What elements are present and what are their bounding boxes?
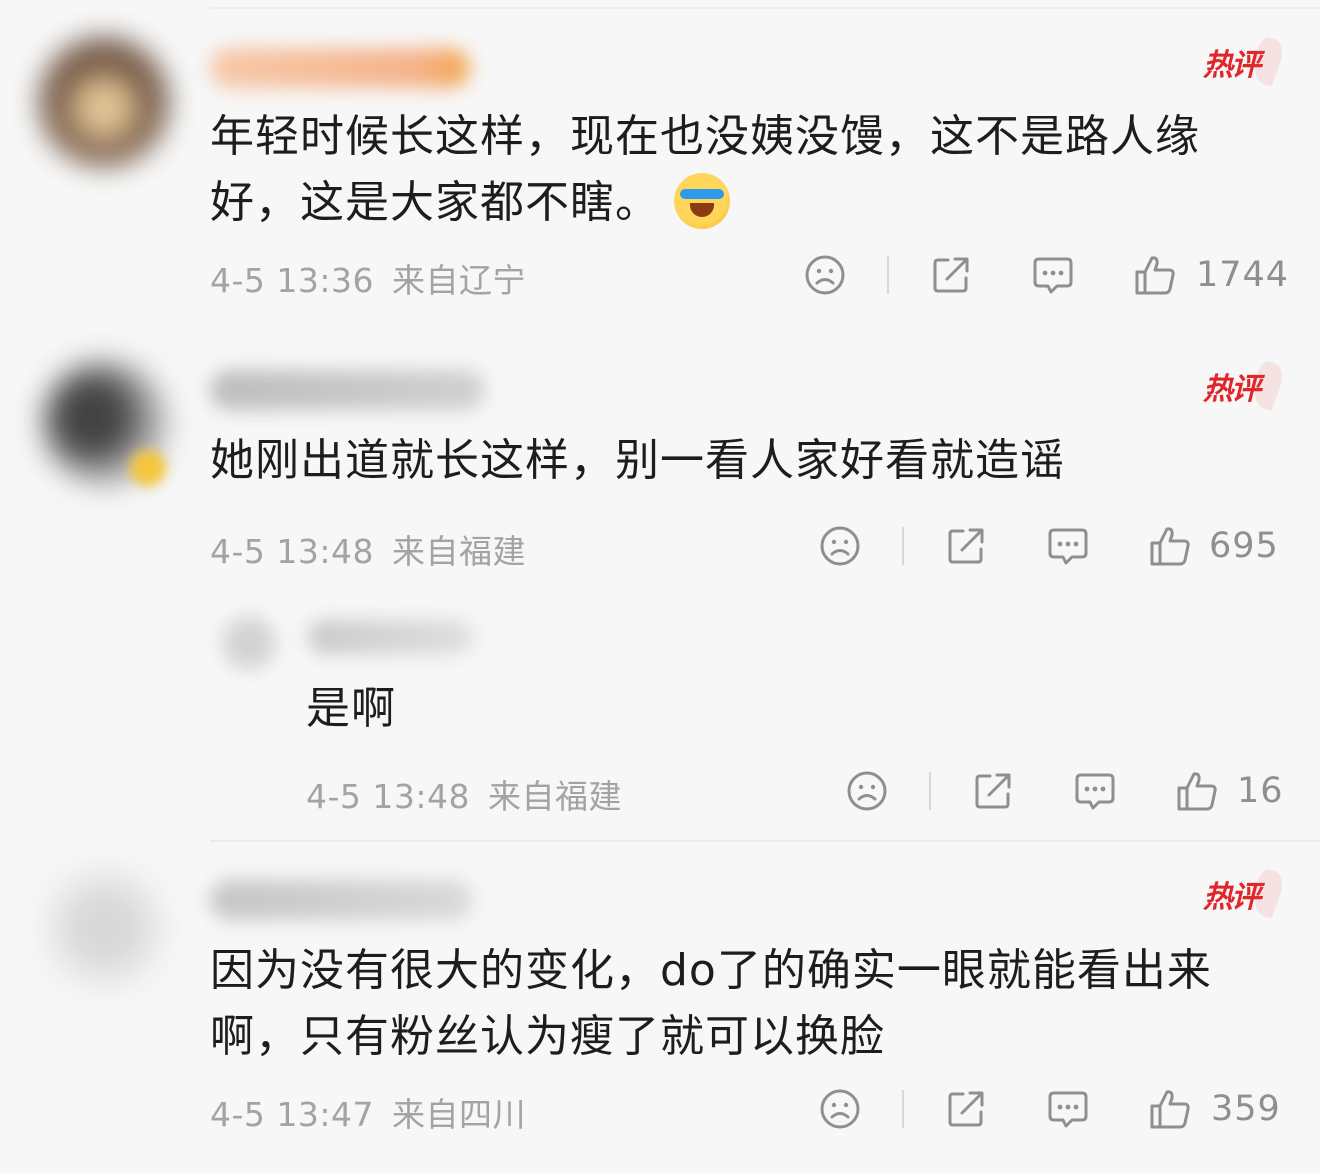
comment-actions: 695	[0, 521, 1320, 571]
action-divider	[887, 256, 889, 294]
dislike-button[interactable]	[846, 766, 888, 816]
share-button[interactable]	[930, 250, 972, 300]
share-icon	[975, 773, 1011, 809]
thumbs-up-icon	[1177, 772, 1217, 811]
thumbs-up-icon	[1150, 1090, 1190, 1129]
like-count: 695	[1209, 526, 1279, 566]
username[interactable]	[210, 370, 485, 410]
reply-bubble-icon	[1033, 257, 1073, 294]
comment-divider	[210, 840, 1320, 842]
frown-icon	[847, 771, 887, 811]
share-icon	[948, 1091, 984, 1127]
comment-actions: 16	[0, 766, 1320, 816]
comment-text-line: 好，这是大家都不瞎。	[210, 177, 660, 228]
comment-text-line: 她刚出道就长这样，别一看人家好看就造谣	[210, 435, 1065, 486]
comment-text-line: 因为没有很大的变化，do了的确实一眼就能看出来	[210, 945, 1212, 996]
avatar[interactable]	[40, 38, 168, 166]
reply-bubble-icon	[1048, 528, 1088, 565]
comment-actions: 359	[0, 1084, 1320, 1134]
dislike-button[interactable]	[819, 1084, 861, 1134]
username[interactable]	[210, 48, 470, 88]
hot-comment-badge: 热评	[1186, 36, 1276, 96]
username[interactable]	[210, 880, 472, 920]
top-divider	[210, 7, 1320, 9]
like-count: 1744	[1196, 255, 1290, 295]
avatar-badge	[130, 450, 166, 486]
avatar[interactable]	[42, 865, 168, 991]
laughing-crying-emoji-icon	[674, 173, 730, 229]
thumbs-up-icon	[1150, 527, 1190, 566]
hot-comment-badge: 热评	[1186, 360, 1276, 420]
frown-icon	[820, 1089, 860, 1129]
like-button[interactable]	[1175, 766, 1219, 816]
hot-comment-badge: 热评	[1186, 868, 1276, 928]
like-button[interactable]	[1148, 1084, 1192, 1134]
share-button[interactable]	[945, 521, 987, 571]
reply-button[interactable]	[1046, 1084, 1090, 1134]
like-count: 16	[1237, 771, 1284, 811]
comment-text: 因为没有很大的变化，do了的确实一眼就能看出来 啊，只有粉丝认为瘦了就可以换脸	[210, 938, 1230, 1070]
comment-text-line: 啊，只有粉丝认为瘦了就可以换脸	[210, 1011, 885, 1062]
dislike-button[interactable]	[804, 250, 846, 300]
share-icon	[948, 528, 984, 564]
share-button[interactable]	[972, 766, 1014, 816]
username[interactable]	[308, 620, 473, 654]
action-divider	[902, 527, 904, 565]
share-button[interactable]	[945, 1084, 987, 1134]
like-count: 359	[1211, 1089, 1281, 1129]
action-divider	[929, 772, 931, 810]
like-button[interactable]	[1133, 250, 1177, 300]
reply-bubble-icon	[1075, 773, 1115, 810]
comment-text: 年轻时候长这样，现在也没姨没馒，这不是路人缘 好，这是大家都不瞎。	[210, 104, 1230, 236]
comment-actions: 1744	[0, 250, 1320, 300]
comment-text: 她刚出道就长这样，别一看人家好看就造谣	[210, 428, 1230, 494]
reply-button[interactable]	[1031, 250, 1075, 300]
frown-icon	[820, 526, 860, 566]
share-icon	[933, 257, 969, 293]
reply-button[interactable]	[1073, 766, 1117, 816]
like-button[interactable]	[1148, 521, 1192, 571]
action-divider	[902, 1090, 904, 1128]
comment-text-line: 是啊	[306, 683, 396, 734]
frown-icon	[805, 255, 845, 295]
reply-button[interactable]	[1046, 521, 1090, 571]
dislike-button[interactable]	[819, 521, 861, 571]
thumbs-up-icon	[1135, 256, 1175, 295]
comment-text-line: 年轻时候长这样，现在也没姨没馒，这不是路人缘	[210, 111, 1200, 162]
comment-text: 是啊	[306, 676, 906, 742]
avatar[interactable]	[218, 612, 280, 674]
reply-bubble-icon	[1048, 1091, 1088, 1128]
